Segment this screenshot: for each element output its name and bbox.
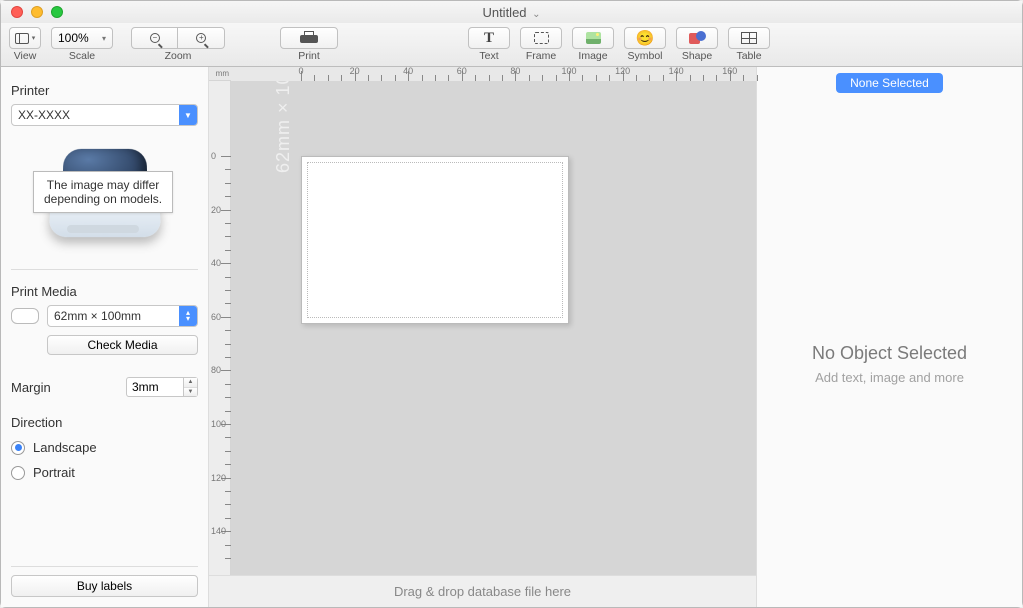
- printer-heading: Printer: [11, 83, 198, 98]
- margin-heading: Margin: [11, 380, 51, 395]
- check-media-button[interactable]: Check Media: [47, 335, 198, 355]
- landscape-radio[interactable]: [11, 441, 25, 455]
- symbol-tool-label: Symbol: [627, 50, 662, 62]
- panel-toggle-icon: [15, 33, 29, 44]
- margin-input[interactable]: [126, 377, 184, 397]
- scale-section: 100% ▾ Scale: [51, 27, 113, 62]
- frame-icon: [534, 32, 549, 44]
- printer-preview: The image may differ depending on models…: [11, 138, 198, 253]
- up-down-arrows-icon: ▴▾: [179, 306, 197, 326]
- portrait-radio[interactable]: [11, 466, 25, 480]
- margin-step-up[interactable]: ▲: [184, 378, 197, 388]
- frame-tool-section: Frame: [520, 27, 562, 62]
- image-tool-section: Image: [572, 27, 614, 62]
- canvas-drop-hint[interactable]: Drag & drop database file here: [209, 575, 756, 607]
- view-button[interactable]: ▾: [9, 27, 41, 49]
- table-tool-label: Table: [736, 50, 761, 62]
- design-canvas[interactable]: 62mm × 100mm: [231, 81, 756, 575]
- landscape-radio-row[interactable]: Landscape: [11, 440, 198, 455]
- print-section: Print: [280, 27, 338, 62]
- printable-area-guide: [307, 162, 563, 318]
- chevron-down-icon: ▾: [32, 34, 36, 42]
- main-toolbar: ▾ View 100% ▾ Scale − + Zoom Print: [1, 23, 1022, 67]
- scale-value: 100%: [58, 31, 89, 45]
- table-tool-section: Table: [728, 27, 770, 62]
- vertical-ruler: 020406080100120140: [209, 81, 231, 575]
- chevron-down-icon: ⌄: [532, 9, 540, 20]
- printer-select[interactable]: XX-XXXX ▼: [11, 104, 198, 126]
- zoom-in-button[interactable]: +: [178, 27, 225, 49]
- canvas-region: mm 020406080100120140160 020406080100120…: [209, 67, 756, 607]
- print-label: Print: [298, 50, 320, 62]
- shapes-icon: [689, 31, 706, 45]
- printer-icon: [300, 31, 318, 45]
- chevron-down-icon: ▼: [179, 105, 197, 125]
- symbol-tool-button[interactable]: 😊: [624, 27, 666, 49]
- shape-tool-section: Shape: [676, 27, 718, 62]
- landscape-label: Landscape: [33, 440, 97, 455]
- print-button[interactable]: [280, 27, 338, 49]
- frame-tool-label: Frame: [526, 50, 556, 62]
- selection-chip[interactable]: None Selected: [836, 73, 943, 93]
- empty-subtitle: Add text, image and more: [812, 370, 967, 385]
- right-inspector: None Selected No Object Selected Add tex…: [756, 67, 1022, 607]
- zoom-label: Zoom: [165, 50, 192, 62]
- image-icon: [586, 32, 601, 44]
- inspector-empty-state: No Object Selected Add text, image and m…: [812, 343, 967, 385]
- image-tool-button[interactable]: [572, 27, 614, 49]
- zoom-in-icon: +: [196, 33, 206, 43]
- margin-step-down[interactable]: ▼: [184, 388, 197, 397]
- tooltip-line: depending on models.: [44, 192, 162, 206]
- tooltip-line: The image may differ: [44, 178, 162, 192]
- symbol-tool-section: 😊 Symbol: [624, 27, 666, 62]
- media-select[interactable]: 62mm × 100mm ▴▾: [47, 305, 198, 327]
- scale-label: Scale: [69, 50, 95, 62]
- canvas-dimension-caption: 62mm × 100mm: [273, 81, 294, 173]
- document-title-text: Untitled: [482, 5, 526, 20]
- frame-tool-button[interactable]: [520, 27, 562, 49]
- smiley-icon: 😊: [636, 29, 655, 47]
- printer-select-value: XX-XXXX: [12, 108, 179, 122]
- ruler-unit: mm: [209, 67, 231, 81]
- direction-heading: Direction: [11, 415, 198, 430]
- text-tool-label: Text: [479, 50, 498, 62]
- media-shape-icon: [11, 308, 39, 324]
- image-tool-label: Image: [578, 50, 607, 62]
- printer-tooltip: The image may differ depending on models…: [33, 171, 173, 213]
- shape-tool-button[interactable]: [676, 27, 718, 49]
- document-title[interactable]: Untitled ⌄: [1, 5, 1022, 20]
- text-tool-button[interactable]: T: [468, 27, 510, 49]
- shape-tool-label: Shape: [682, 50, 712, 62]
- window-titlebar: Untitled ⌄: [1, 1, 1022, 23]
- zoom-out-button[interactable]: −: [131, 27, 178, 49]
- view-section: ▾ View: [9, 27, 41, 62]
- portrait-label: Portrait: [33, 465, 75, 480]
- margin-stepper: ▲ ▼: [184, 377, 198, 397]
- buy-labels-button[interactable]: Buy labels: [11, 575, 198, 597]
- media-heading: Print Media: [11, 284, 198, 299]
- table-icon: [741, 32, 757, 44]
- scale-combo[interactable]: 100% ▾: [51, 27, 113, 49]
- table-tool-button[interactable]: [728, 27, 770, 49]
- view-label: View: [14, 50, 37, 62]
- zoom-out-icon: −: [150, 33, 160, 43]
- left-sidebar: Printer XX-XXXX ▼ The image may differ d…: [1, 67, 209, 607]
- chevron-down-icon: ▾: [102, 34, 106, 43]
- media-select-value: 62mm × 100mm: [48, 309, 179, 323]
- portrait-radio-row[interactable]: Portrait: [11, 465, 198, 480]
- empty-title: No Object Selected: [812, 343, 967, 364]
- text-tool-section: T Text: [468, 27, 510, 62]
- zoom-section: − + Zoom: [131, 27, 225, 62]
- label-artboard[interactable]: [301, 156, 569, 324]
- text-icon: T: [484, 30, 494, 47]
